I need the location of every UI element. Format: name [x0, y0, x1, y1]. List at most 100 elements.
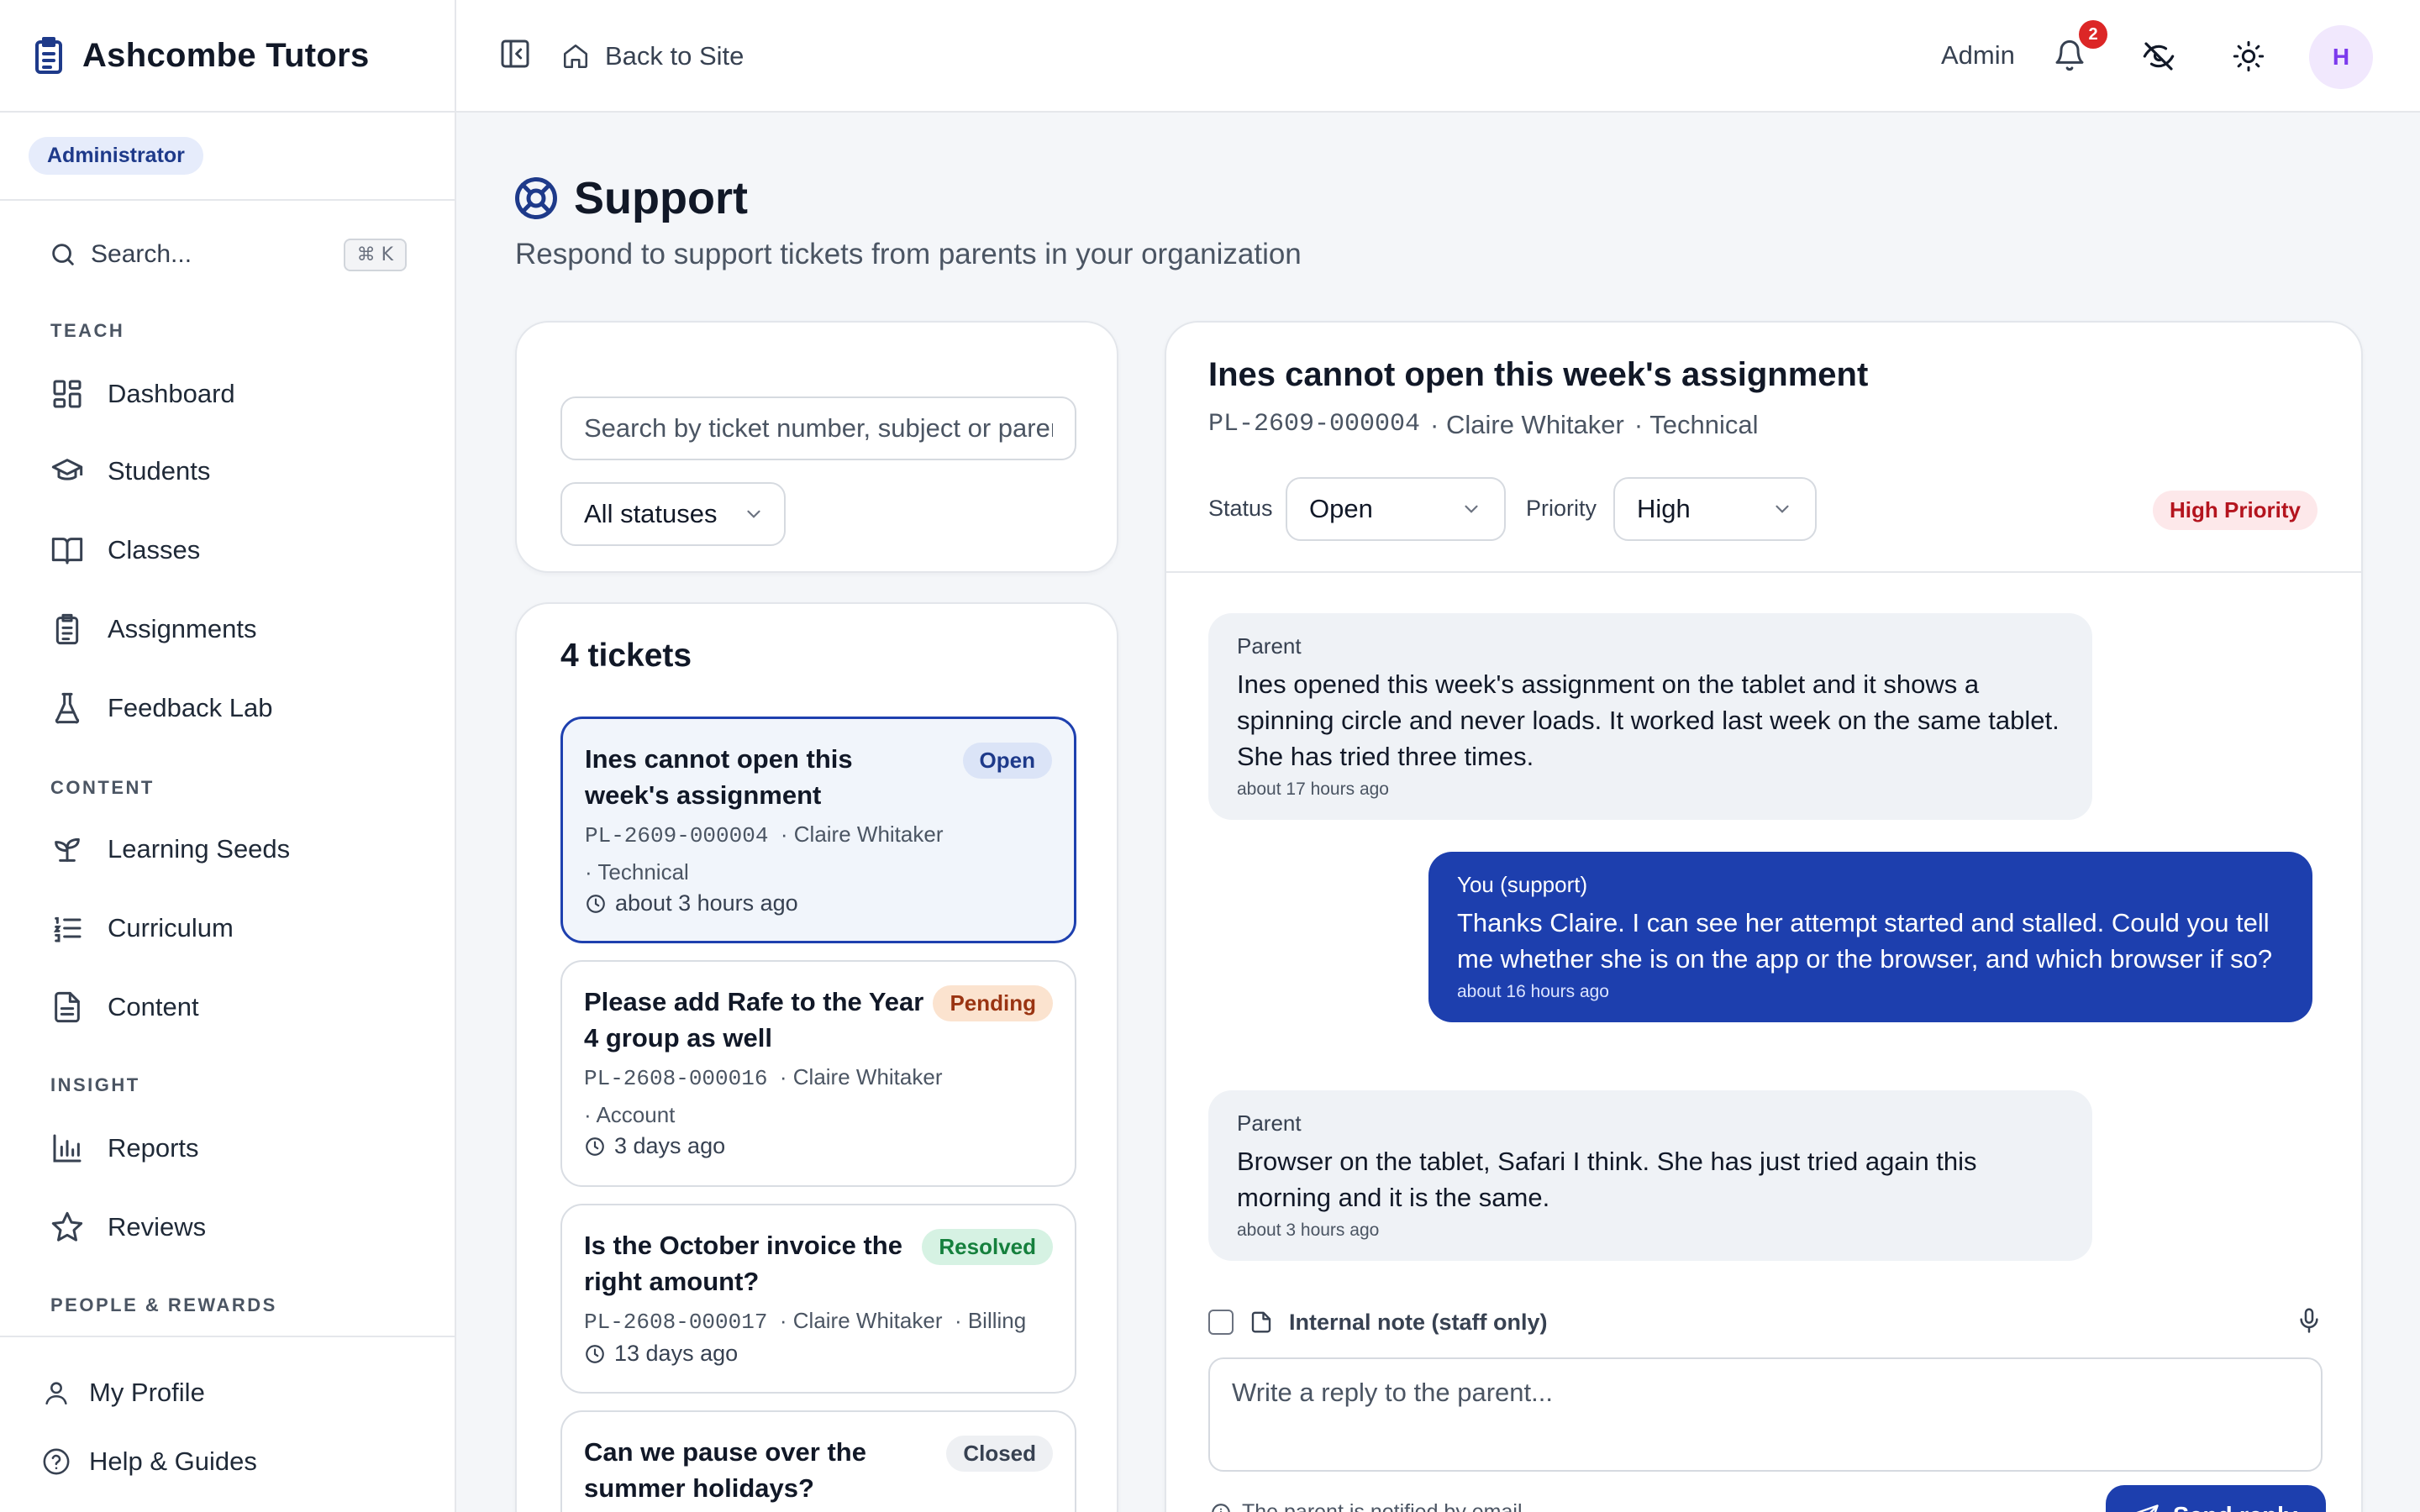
ticket-title: Is the October invoice the right amount?	[584, 1231, 902, 1296]
ticket-detail-title: Ines cannot open this week's assignment	[1208, 356, 1869, 393]
ticket-card[interactable]: Is the October invoice the right amount?…	[560, 1204, 1076, 1394]
notification-count-badge: 2	[2079, 20, 2107, 49]
ticket-title: Can we pause over the summer holidays?	[584, 1437, 866, 1503]
dashboard-icon	[50, 377, 84, 411]
ticket-time-label: about 3 hours ago	[615, 890, 798, 916]
section-label-content: CONTENT	[50, 777, 155, 798]
status-select[interactable]: Open	[1286, 477, 1506, 541]
message-body: Thanks Claire. I can see her attempt sta…	[1457, 908, 2273, 974]
sidebar-item-dashboard[interactable]: Dashboard	[29, 361, 424, 427]
sidebar-item-label: My Profile	[89, 1378, 205, 1407]
send-reply-button[interactable]: Send reply	[2106, 1485, 2326, 1512]
sidebar-item-label: Learning Seeds	[108, 834, 291, 864]
ticket-card[interactable]: Please add Rafe to the Year 4 group as w…	[560, 960, 1076, 1187]
sidebar-item-label: Feedback Lab	[108, 693, 273, 722]
sidebar-item-assignments[interactable]: Assignments	[29, 596, 424, 662]
ticket-card[interactable]: Ines cannot open this week's assignment …	[560, 717, 1076, 943]
send-reply-label: Send reply	[2173, 1503, 2297, 1512]
message-author: Parent	[1237, 633, 1302, 659]
reply-hint-label: The parent is notified by email	[1242, 1500, 1523, 1512]
home-icon	[561, 42, 590, 71]
ticket-search-input[interactable]	[560, 396, 1076, 460]
bar-chart-icon	[50, 1131, 84, 1165]
sidebar-search-button[interactable]: Search... ⌘ K	[29, 227, 408, 282]
ticket-category: · Billing	[954, 1308, 1027, 1333]
sidebar-footer: My Profile Help & Guides	[0, 1336, 455, 1512]
message-time: about 17 hours ago	[1237, 780, 1389, 799]
ticket-time: 3 days ago	[584, 1133, 1053, 1159]
graduation-cap-icon	[50, 454, 84, 488]
message-time: about 3 hours ago	[1237, 1221, 1380, 1240]
sidebar-item-my-profile[interactable]: My Profile	[29, 1362, 424, 1423]
ticket-filters: All statuses	[515, 321, 1118, 573]
avatar[interactable]: H	[2309, 25, 2373, 89]
sidebar-item-classes[interactable]: Classes	[29, 517, 424, 583]
priority-badge: High Priority	[2153, 491, 2318, 530]
status-label: Status	[1208, 496, 1273, 521]
sidebar-toggle-icon[interactable]	[498, 37, 537, 76]
ticket-card[interactable]: Can we pause over the summer holidays? C…	[560, 1410, 1076, 1512]
note-icon	[1249, 1310, 1274, 1335]
star-icon	[50, 1210, 84, 1244]
clock-icon	[584, 1136, 606, 1158]
ticket-detail: Ines cannot open this week's assignment …	[1165, 321, 2363, 1512]
status-filter-select[interactable]: All statuses	[560, 482, 786, 546]
sidebar-item-reviews[interactable]: Reviews	[29, 1194, 424, 1260]
message-author: You (support)	[1457, 872, 1588, 897]
search-icon	[49, 240, 77, 269]
status-badge: Pending	[933, 985, 1053, 1021]
message-bubble-parent: Parent Browser on the tablet, Safari I t…	[1208, 1090, 2092, 1261]
role-badge: Administrator	[29, 137, 203, 175]
search-shortcut: ⌘ K	[343, 238, 407, 271]
ticket-meta: PL-2609-000004 · Claire Whitaker · Techn…	[585, 816, 1052, 890]
priority-select[interactable]: High	[1613, 477, 1817, 541]
ticket-list: 4 tickets Ines cannot open this week's a…	[515, 602, 1118, 1512]
sidebar-item-label: Students	[108, 456, 211, 486]
chevron-down-icon	[743, 503, 765, 525]
page-subtitle: Respond to support tickets from parents …	[515, 238, 1302, 270]
sidebar-item-curriculum[interactable]: Curriculum	[29, 895, 424, 961]
back-to-site-link[interactable]: Back to Site	[561, 34, 744, 79]
chevron-down-icon	[1771, 498, 1793, 520]
send-icon	[2134, 1504, 2160, 1512]
sidebar-item-help-guides[interactable]: Help & Guides	[29, 1431, 424, 1492]
sidebar-item-feedback-lab[interactable]: Feedback Lab	[29, 675, 424, 741]
ticket-parent: · Claire Whitaker	[779, 1308, 943, 1333]
sidebar-item-content[interactable]: Content	[29, 974, 424, 1040]
ticket-time-label: 13 days ago	[614, 1341, 739, 1366]
ticket-category: · Account	[584, 1102, 676, 1127]
ticket-number: PL-2609-000004	[1208, 410, 1421, 438]
brand[interactable]: Ashcombe Tutors	[0, 0, 455, 113]
brand-title: Ashcombe Tutors	[82, 36, 370, 74]
user-role-label[interactable]: Admin	[1941, 40, 2015, 71]
internal-note-checkbox[interactable]	[1208, 1310, 1234, 1335]
sidebar-item-learning-seeds[interactable]: Learning Seeds	[29, 816, 424, 882]
clock-icon	[584, 1343, 606, 1365]
sidebar-item-label: Classes	[108, 535, 201, 564]
status-badge: Resolved	[922, 1229, 1053, 1265]
clipboard-logo-icon	[29, 35, 69, 76]
sun-icon[interactable]	[2232, 39, 2265, 73]
file-icon	[50, 990, 84, 1024]
flask-icon	[50, 691, 84, 725]
ticket-number: PL-2608-000016	[584, 1066, 768, 1091]
help-circle-icon	[42, 1447, 71, 1476]
eye-off-icon[interactable]	[2142, 39, 2175, 73]
sidebar-item-label: Content	[108, 992, 199, 1021]
divider	[1166, 571, 2361, 573]
sidebar-item-reports[interactable]: Reports	[29, 1116, 424, 1181]
user-icon	[42, 1378, 71, 1407]
message-bubble-parent: Parent Ines opened this week's assignmen…	[1208, 613, 2092, 820]
internal-note-label[interactable]: Internal note (staff only)	[1289, 1310, 1548, 1336]
sidebar-item-students[interactable]: Students	[29, 438, 424, 504]
microphone-icon[interactable]	[2296, 1307, 2323, 1334]
ticket-number: PL-2608-000017	[584, 1310, 768, 1335]
ticket-meta: PL-2608-000016 · Claire Whitaker · Accou…	[584, 1059, 1053, 1133]
section-label-teach: TEACH	[50, 320, 125, 341]
page-title: Support	[574, 173, 748, 223]
clock-icon	[585, 893, 607, 915]
reply-textarea[interactable]	[1208, 1357, 2323, 1472]
section-label-people-rewards: PEOPLE & REWARDS	[50, 1294, 277, 1315]
bell-icon[interactable]	[2053, 39, 2086, 72]
message-time: about 16 hours ago	[1457, 982, 1609, 1001]
